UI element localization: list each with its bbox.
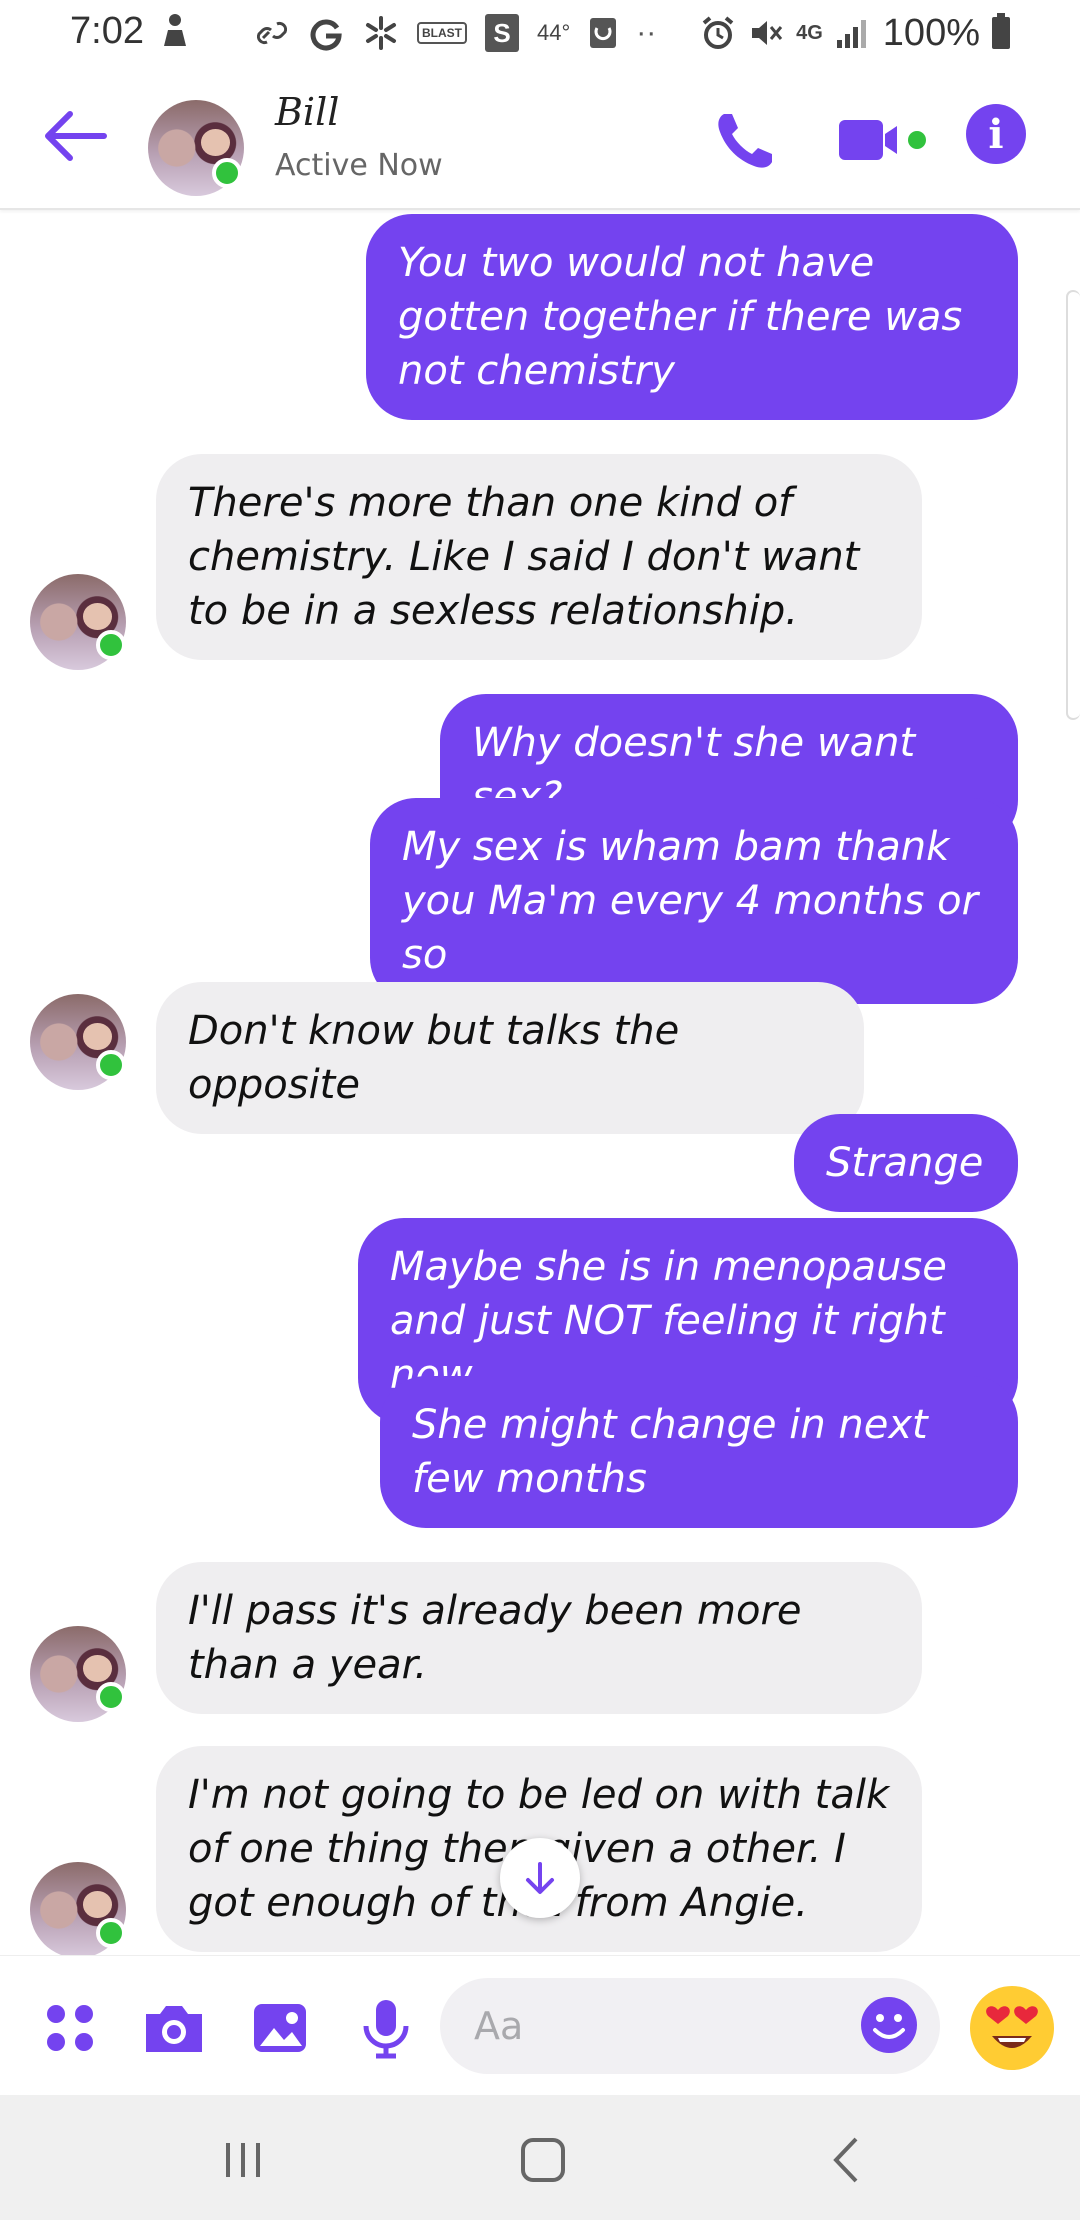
gallery-icon xyxy=(254,2004,306,2052)
outgoing-message[interactable]: She might change in next few months xyxy=(380,1376,1018,1528)
incoming-message[interactable]: Don't know but talks the opposite xyxy=(156,982,864,1134)
camera-button[interactable] xyxy=(142,1996,206,2060)
outgoing-message[interactable]: Strange xyxy=(794,1114,1018,1212)
back-button[interactable] xyxy=(40,106,110,166)
online-indicator xyxy=(96,1050,126,1080)
message-text: Strange xyxy=(826,1140,984,1186)
network-type: 4G xyxy=(796,21,823,44)
status-bar: 7:02 BLAST S 44° ·· 4G 100% xyxy=(0,0,1080,66)
video-call-button[interactable] xyxy=(835,110,935,170)
info-icon: i xyxy=(988,110,1004,158)
recent-apps-icon xyxy=(226,2143,260,2177)
video-camera-icon xyxy=(839,120,926,160)
call-button[interactable] xyxy=(710,106,780,176)
message-input-placeholder: Aa xyxy=(474,2004,524,2048)
info-button[interactable]: i xyxy=(966,104,1026,164)
message-text: Maybe she is in menopause and just NOT f… xyxy=(390,1244,947,1398)
system-navigation-bar xyxy=(0,2095,1080,2220)
voice-button[interactable] xyxy=(354,1996,418,2060)
status-time: 7:02 xyxy=(70,10,144,52)
emoji-icon xyxy=(861,1997,917,2053)
conversation-header: Bill Active Now i xyxy=(0,66,1080,210)
quick-reaction-button[interactable] xyxy=(970,1986,1054,2070)
system-status-icons: 4G 100% xyxy=(700,8,1010,58)
outgoing-message[interactable]: My sex is wham bam thank you Ma'm every … xyxy=(370,798,1018,1004)
emoji-button[interactable] xyxy=(860,1996,918,2054)
message-composer: Aa xyxy=(0,1955,1080,2095)
online-indicator xyxy=(212,158,242,188)
status-person-icon xyxy=(160,12,190,57)
message-thread[interactable]: You two would not have gotten together i… xyxy=(0,210,1080,1955)
blast-icon: BLAST xyxy=(417,22,467,44)
outgoing-message[interactable]: You two would not have gotten together i… xyxy=(366,214,1018,420)
gallery-button[interactable] xyxy=(248,1996,312,2060)
more-notifications-icon: ·· xyxy=(636,16,657,49)
apps-button[interactable] xyxy=(38,1996,102,2060)
app-badge-icon xyxy=(590,18,617,48)
temperature: 44° xyxy=(537,20,571,45)
microphone-icon xyxy=(363,2000,409,2059)
message-text: She might change in next few months xyxy=(412,1402,928,1502)
alarm-icon xyxy=(702,16,734,49)
message-text: There's more than one kind of chemistry.… xyxy=(188,480,860,634)
home-button[interactable] xyxy=(508,2125,578,2195)
home-icon xyxy=(521,2138,565,2182)
signal-icon xyxy=(836,20,866,48)
online-indicator xyxy=(96,1682,126,1712)
notification-icons: BLAST S 44° ·· xyxy=(255,8,656,58)
phone-icon xyxy=(718,114,772,168)
s-app-icon: S xyxy=(485,14,519,52)
scrollbar[interactable] xyxy=(1066,290,1080,720)
contact-status: Active Now xyxy=(275,148,443,183)
mute-icon xyxy=(752,21,783,45)
message-text: You two would not have gotten together i… xyxy=(398,240,963,394)
scroll-down-arrow-icon xyxy=(526,1862,554,1894)
message-text: Don't know but talks the opposite xyxy=(188,1008,680,1108)
online-indicator xyxy=(96,630,126,660)
heart-eyes-emoji-icon xyxy=(972,1988,1052,2068)
scroll-to-bottom-button[interactable] xyxy=(500,1838,580,1918)
incoming-message[interactable]: I'll pass it's already been more than a … xyxy=(156,1562,922,1714)
google-icon xyxy=(310,19,342,51)
battery-percent: 100% xyxy=(882,11,980,54)
back-nav-button[interactable] xyxy=(812,2125,882,2195)
message-text: My sex is wham bam thank you Ma'm every … xyxy=(402,824,979,978)
back-icon xyxy=(833,2137,858,2183)
contact-name[interactable]: Bill xyxy=(275,90,339,134)
online-indicator xyxy=(96,1918,126,1948)
back-arrow-icon xyxy=(45,111,107,161)
message-text: I'll pass it's already been more than a … xyxy=(188,1588,802,1688)
apps-icon xyxy=(47,2005,93,2051)
walmart-spark-icon xyxy=(366,16,396,50)
link-icon xyxy=(256,21,288,45)
camera-icon xyxy=(146,2006,202,2052)
recent-apps-button[interactable] xyxy=(208,2125,278,2195)
battery-icon xyxy=(992,13,1010,49)
incoming-message[interactable]: There's more than one kind of chemistry.… xyxy=(156,454,922,660)
